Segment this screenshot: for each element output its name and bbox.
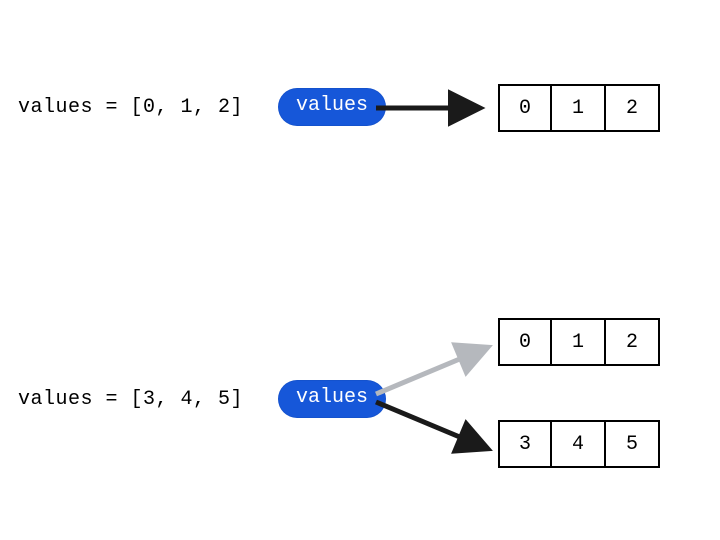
code-line-2: values = [3, 4, 5] xyxy=(18,388,243,411)
code-line-1: values = [0, 1, 2] xyxy=(18,96,243,119)
array-2-old: 0 1 2 xyxy=(498,318,660,366)
array-cell: 0 xyxy=(498,84,552,132)
array-1: 0 1 2 xyxy=(498,84,660,132)
array-2-new: 3 4 5 xyxy=(498,420,660,468)
array-cell: 2 xyxy=(606,318,660,366)
arrow-2-new xyxy=(370,388,500,468)
diagram-stage: values = [0, 1, 2] values 0 1 2 values =… xyxy=(0,0,720,540)
array-cell: 2 xyxy=(606,84,660,132)
array-cell: 1 xyxy=(552,318,606,366)
array-cell: 1 xyxy=(552,84,606,132)
array-cell: 4 xyxy=(552,420,606,468)
arrow-1 xyxy=(370,88,490,128)
array-cell: 3 xyxy=(498,420,552,468)
array-cell: 5 xyxy=(606,420,660,468)
array-cell: 0 xyxy=(498,318,552,366)
